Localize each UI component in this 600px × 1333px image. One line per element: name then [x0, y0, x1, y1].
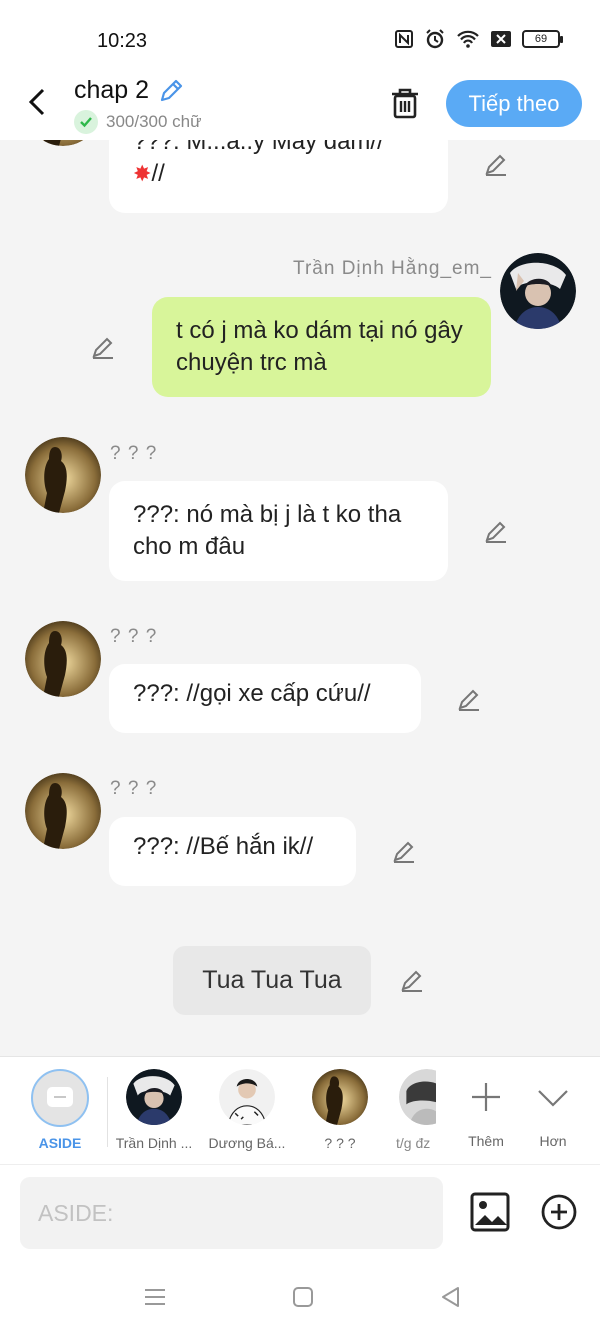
- character-duong-ba[interactable]: Dương Bá...: [202, 1069, 292, 1151]
- plus-icon: [472, 1083, 500, 1111]
- avatar[interactable]: [500, 253, 576, 329]
- pencil-icon: [485, 154, 506, 176]
- pencil-icon: [401, 970, 422, 992]
- status-icons: 69: [394, 28, 563, 50]
- character-aside[interactable]: ASIDE: [15, 1069, 105, 1151]
- message-text: ???: nó mà bị j là t ko tha cho m đâu: [133, 501, 402, 560]
- anger-icon: ✸: [133, 161, 152, 186]
- message-bubble[interactable]: t có j mà ko dám tại nó gây chuyện trc m…: [152, 297, 491, 397]
- pencil-icon: [458, 689, 479, 711]
- character-label: ASIDE: [38, 1135, 82, 1151]
- avatar[interactable]: [25, 140, 101, 146]
- chevron-down-icon: [538, 1090, 568, 1107]
- message-bubble[interactable]: ???: //Bế hắn ik//: [109, 817, 356, 886]
- trash-icon: [392, 88, 418, 119]
- status-time: 10:23: [97, 30, 148, 52]
- character-label: Hơn: [539, 1133, 567, 1149]
- word-count: 300/300 chữ: [74, 110, 202, 134]
- pencil-icon: [485, 521, 506, 543]
- message-bubble[interactable]: ???: nó mà bị j là t ko tha cho m đâu: [109, 481, 448, 581]
- menu-nav-button[interactable]: [142, 1284, 168, 1310]
- wifi-icon: [457, 30, 479, 48]
- image-icon: [470, 1192, 510, 1232]
- character-tg[interactable]: t/g đz: [388, 1069, 436, 1151]
- status-bar: 10:23 69: [0, 0, 600, 70]
- character-label: Dương Bá...: [208, 1135, 286, 1151]
- message-text-line2: ✸//: [133, 160, 165, 187]
- pencil-icon: [393, 841, 414, 863]
- nfc-icon: [395, 30, 413, 48]
- home-nav-button[interactable]: [290, 1284, 316, 1310]
- editor-header: chap 2 300/300 chữ Tiếp theo: [0, 70, 600, 140]
- character-unknown[interactable]: ? ? ?: [295, 1069, 385, 1151]
- avatar: [219, 1069, 275, 1125]
- system-nav-bar: [0, 1260, 600, 1333]
- divider: [107, 1077, 108, 1147]
- aside-avatar: [31, 1069, 89, 1127]
- character-selector: ASIDE Trần Dịnh ... Dương Bá... ? ? ? t/…: [0, 1056, 600, 1164]
- edit-message-button[interactable]: [390, 837, 418, 865]
- chapter-title-text: chap 2: [74, 76, 150, 104]
- avatar: [126, 1069, 182, 1125]
- more-button[interactable]: Hơn: [508, 1069, 598, 1149]
- avatar[interactable]: [25, 621, 101, 697]
- chevron-left-icon: [28, 88, 45, 116]
- message-text: t có j mà ko dám tại nó gây chuyện trc m…: [176, 317, 463, 376]
- delete-button[interactable]: [386, 84, 424, 122]
- check-icon: [74, 110, 98, 134]
- edit-message-button[interactable]: [398, 966, 426, 994]
- message-bubble[interactable]: ???: //gọi xe cấp cứu//: [109, 664, 421, 733]
- word-count-text: 300/300 chữ: [106, 112, 202, 131]
- chapter-title[interactable]: chap 2: [74, 76, 185, 105]
- sender-name: ? ? ?: [110, 626, 158, 647]
- message-input[interactable]: [20, 1177, 443, 1249]
- avatar[interactable]: [25, 437, 101, 513]
- back-button[interactable]: [22, 84, 52, 120]
- edit-message-button[interactable]: [482, 150, 510, 178]
- avatar: [399, 1069, 436, 1125]
- message-text: ???: //gọi xe cấp cứu//: [133, 680, 371, 707]
- message-text: ???: //Bế hắn ik//: [133, 833, 314, 860]
- menu-icon: [145, 1289, 165, 1305]
- pencil-icon: [92, 337, 113, 359]
- sim-off-icon: [491, 31, 511, 47]
- avatar[interactable]: [25, 773, 101, 849]
- edit-message-button[interactable]: [455, 685, 483, 713]
- character-label: Trần Dịnh ...: [115, 1135, 193, 1151]
- message-text: ???: M...á..y Mày dám//: [133, 140, 384, 155]
- sender-name: Trần Dịnh Hằng_em_: [293, 258, 492, 279]
- character-label: t/g đz: [396, 1135, 431, 1151]
- sender-name: ? ? ?: [110, 443, 158, 464]
- pencil-icon[interactable]: [157, 77, 185, 105]
- back-nav-button[interactable]: [438, 1284, 464, 1310]
- alarm-icon: [426, 29, 444, 49]
- next-button[interactable]: Tiếp theo: [446, 80, 582, 127]
- edit-message-button[interactable]: [482, 517, 510, 545]
- chat-bubble-icon: [47, 1087, 73, 1107]
- aside-message[interactable]: Tua Tua Tua: [173, 946, 371, 1015]
- chat-area[interactable]: ???: M...á..y Mày dám// ✸// Trần Dịnh Hằ…: [0, 140, 600, 1056]
- battery-indicator: 69: [522, 30, 563, 48]
- plus-circle-icon: [541, 1194, 577, 1230]
- edit-message-button[interactable]: [89, 333, 117, 361]
- insert-image-button[interactable]: [469, 1191, 511, 1233]
- message-bubble[interactable]: ???: M...á..y Mày dám// ✸//: [109, 140, 448, 213]
- home-square-icon: [293, 1287, 313, 1307]
- sender-name: ? ? ?: [110, 778, 158, 799]
- character-label: ? ? ?: [324, 1135, 356, 1151]
- add-button[interactable]: [540, 1193, 578, 1231]
- input-row: [0, 1164, 600, 1260]
- character-tran-dinh[interactable]: Trần Dịnh ...: [109, 1069, 199, 1151]
- avatar: [312, 1069, 368, 1125]
- triangle-back-icon: [442, 1287, 459, 1307]
